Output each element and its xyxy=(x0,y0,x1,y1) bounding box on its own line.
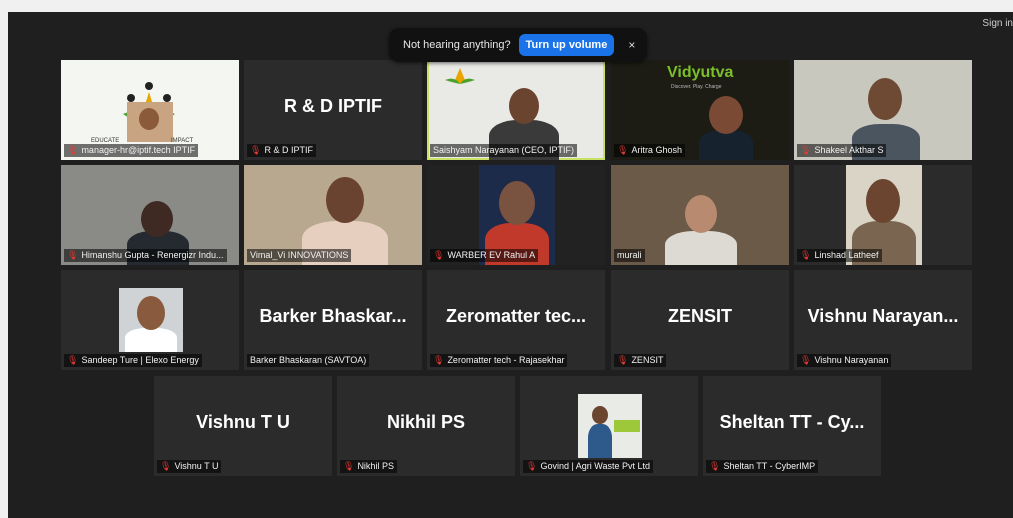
participant-name: murali xyxy=(614,249,645,262)
mic-muted-icon: 🎙 xyxy=(67,355,79,365)
webcam-inset xyxy=(127,102,173,142)
mic-muted-icon: 🎙 xyxy=(433,355,445,365)
mic-muted-icon: 🎙 xyxy=(617,145,629,155)
participant-name: 🎙 Govind | Agri Waste Pvt Ltd xyxy=(523,460,653,473)
participant-name: 🎙 Aritra Ghosh xyxy=(614,144,685,157)
mic-muted-icon: 🎙 xyxy=(343,461,355,471)
participant-tile[interactable]: Nikhil PS 🎙 Nikhil PS xyxy=(337,376,515,476)
participant-name: 🎙 Vishnu T U xyxy=(157,460,222,473)
participant-placeholder-name: Nikhil PS xyxy=(386,412,466,432)
window-left-strip xyxy=(0,0,8,518)
participant-tile[interactable]: 🎙 Sandeep Ture | Elexo Energy xyxy=(61,270,239,370)
participant-tile[interactable]: Vishnu Narayan... 🎙 Vishnu Narayanan xyxy=(794,270,972,370)
participant-name: 🎙 Zeromatter tech - Rajasekhar xyxy=(430,354,568,367)
mic-muted-icon: 🎙 xyxy=(250,145,262,155)
participant-tile[interactable]: 🎙 Himanshu Gupta - Renergizr Indu... xyxy=(61,165,239,265)
turn-up-volume-button[interactable]: Turn up volume xyxy=(518,34,615,56)
participant-name: Barker Bhaskaran (SAVTOA) xyxy=(247,354,370,367)
participant-name: 🎙 ZENSIT xyxy=(614,354,667,367)
participant-placeholder-name: Zeromatter tec... xyxy=(445,306,587,326)
mic-muted-icon: 🎙 xyxy=(526,461,538,471)
participant-tile[interactable]: ZENSIT 🎙 ZENSIT xyxy=(611,270,789,370)
vidyutva-logo: Vidyutva xyxy=(667,64,734,81)
participant-tile-active-speaker[interactable]: Saishyam Narayanan (CEO, IPTIF) xyxy=(427,60,605,160)
speaker-video xyxy=(691,90,761,160)
participant-tile[interactable]: Barker Bhaskar... Barker Bhaskaran (SAVT… xyxy=(244,270,422,370)
participant-placeholder-name: Vishnu Narayan... xyxy=(807,306,959,326)
mic-muted-icon: 🎙 xyxy=(617,355,629,365)
toast-message: Not hearing anything? xyxy=(403,39,511,51)
speaker-video xyxy=(661,185,741,265)
participant-tile[interactable]: Vimal_Vi INNOVATIONS xyxy=(244,165,422,265)
mic-muted-icon: 🎙 xyxy=(433,250,445,260)
mic-muted-icon: 🎙 xyxy=(709,461,721,471)
participant-placeholder-name: Sheltan TT - Cy... xyxy=(719,412,865,432)
participant-tile[interactable]: 🎙 WARBER EV Rahul A xyxy=(427,165,605,265)
mic-muted-icon: 🎙 xyxy=(800,250,812,260)
participant-tile[interactable]: murali xyxy=(611,165,789,265)
participant-avatar xyxy=(119,288,183,352)
participant-avatar xyxy=(578,394,642,458)
participant-name: 🎙 Vishnu Narayanan xyxy=(797,354,892,367)
participant-name: Vimal_Vi INNOVATIONS xyxy=(247,249,352,262)
participant-tile[interactable]: 🎙 Govind | Agri Waste Pvt Ltd xyxy=(520,376,698,476)
logo-banner xyxy=(435,66,485,88)
participant-placeholder-name: Barker Bhaskar... xyxy=(259,306,407,326)
participant-tile[interactable]: Vishnu T U 🎙 Vishnu T U xyxy=(154,376,332,476)
window-top-strip xyxy=(0,0,1013,12)
participant-name: 🎙 manager-hr@iptif.tech IPTIF xyxy=(64,144,199,157)
toast-close-button[interactable]: × xyxy=(628,38,635,52)
mic-muted-icon: 🎙 xyxy=(67,145,79,155)
participant-name: 🎙 Shakeel Akthar S xyxy=(797,144,887,157)
participant-tile[interactable]: 🎙 Shakeel Akthar S xyxy=(794,60,972,160)
participant-tile[interactable]: Zeromatter tec... 🎙 Zeromatter tech - Raj… xyxy=(427,270,605,370)
participant-tile[interactable]: Sheltan TT - Cy... 🎙 Sheltan TT - CyberIM… xyxy=(703,376,881,476)
participant-placeholder-name: R & D IPTIF xyxy=(284,96,382,116)
participant-tile[interactable]: 🎙 Linshad Latheef xyxy=(794,165,972,265)
participant-placeholder-name: ZENSIT xyxy=(667,306,732,326)
participant-name: 🎙 WARBER EV Rahul A xyxy=(430,249,539,262)
participant-name: 🎙 Nikhil PS xyxy=(340,460,397,473)
sign-in-link[interactable]: Sign in xyxy=(982,18,1013,29)
participant-tile[interactable]: Vidyutva Discover. Play. Charge 🎙 Aritra … xyxy=(611,60,789,160)
participant-name: 🎙 Himanshu Gupta - Renergizr Indu... xyxy=(64,249,227,262)
mic-muted-icon: 🎙 xyxy=(67,250,79,260)
mic-muted-icon: 🎙 xyxy=(800,145,812,155)
audio-toast: Not hearing anything? Turn up volume × xyxy=(389,28,647,62)
participant-name: 🎙 Sandeep Ture | Elexo Energy xyxy=(64,354,202,367)
mic-muted-icon: 🎙 xyxy=(800,355,812,365)
mic-muted-icon: 🎙 xyxy=(160,461,172,471)
participant-name: Saishyam Narayanan (CEO, IPTIF) xyxy=(430,144,578,157)
participant-tile[interactable]: R & D IPTIF 🎙 R & D IPTIF xyxy=(244,60,422,160)
participant-placeholder-name: Vishnu T U xyxy=(196,412,290,432)
participant-name: 🎙 R & D IPTIF xyxy=(247,144,316,157)
participant-name: 🎙 Linshad Latheef xyxy=(797,249,882,262)
participant-name: 🎙 Sheltan TT - CyberIMP xyxy=(706,460,819,473)
participant-tile[interactable]: EDUCATE IMPACT 🎙 manager-hr@iptif.tech IP… xyxy=(61,60,239,160)
